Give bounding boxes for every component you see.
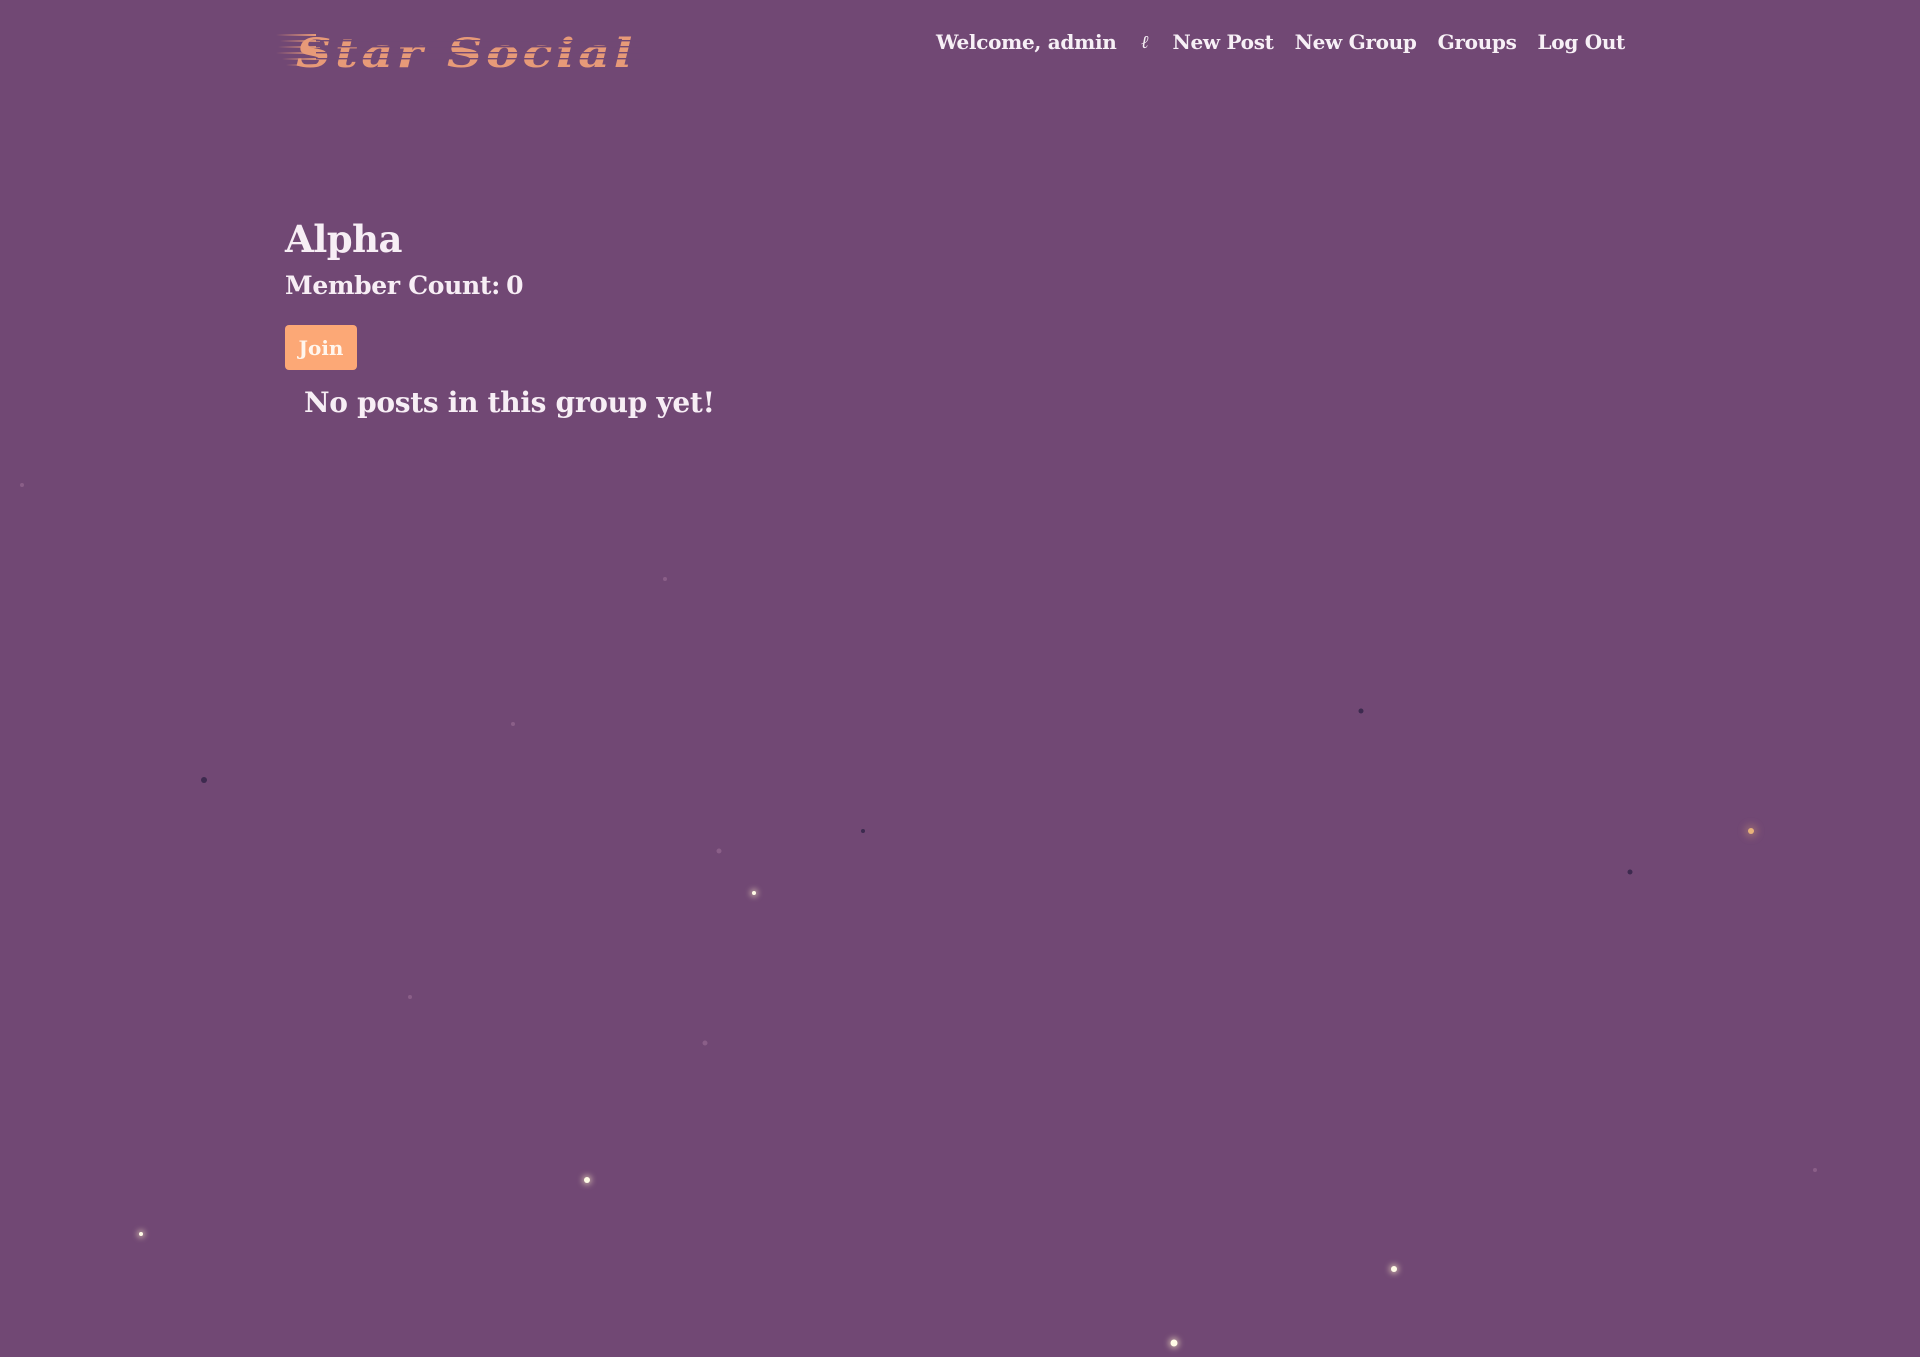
star <box>139 1232 143 1236</box>
star <box>20 483 24 487</box>
group-title: Alpha <box>285 217 403 261</box>
group-detail: Alpha Member Count: 0 Join No posts in th… <box>285 214 1285 419</box>
member-count-value: 0 <box>506 271 524 300</box>
empty-posts-message: No posts in this group yet! <box>304 386 715 419</box>
star <box>861 829 865 833</box>
star <box>752 891 756 895</box>
star <box>408 995 412 999</box>
star <box>1748 828 1754 834</box>
welcome-text: Welcome, admin <box>935 30 1117 54</box>
star <box>201 777 207 783</box>
star <box>511 722 515 726</box>
star <box>663 577 667 581</box>
star <box>1170 1339 1178 1347</box>
user-icon[interactable]: ℓ <box>1137 32 1151 53</box>
brand-logo[interactable]: Star Social <box>276 26 642 74</box>
star <box>702 1040 708 1046</box>
log-out-link[interactable]: Log Out <box>1538 30 1626 54</box>
star <box>1391 1266 1397 1272</box>
join-button[interactable]: Join <box>285 325 357 370</box>
member-count: Member Count: 0 <box>285 264 1285 308</box>
new-post-link[interactable]: New Post <box>1172 30 1273 54</box>
groups-link[interactable]: Groups <box>1438 30 1517 54</box>
star <box>1813 1168 1817 1172</box>
member-count-label: Member Count: <box>285 271 501 300</box>
navbar: Star Social Welcome, admin ℓ New Post Ne… <box>0 0 1920 95</box>
star <box>1358 708 1364 714</box>
star <box>716 848 722 854</box>
new-group-link[interactable]: New Group <box>1295 30 1417 54</box>
star <box>584 1177 590 1183</box>
nav-links: Welcome, admin ℓ New Post New Group Grou… <box>936 30 1625 54</box>
star <box>1627 869 1633 875</box>
brand-logo-graphic: Star Social <box>276 30 642 74</box>
